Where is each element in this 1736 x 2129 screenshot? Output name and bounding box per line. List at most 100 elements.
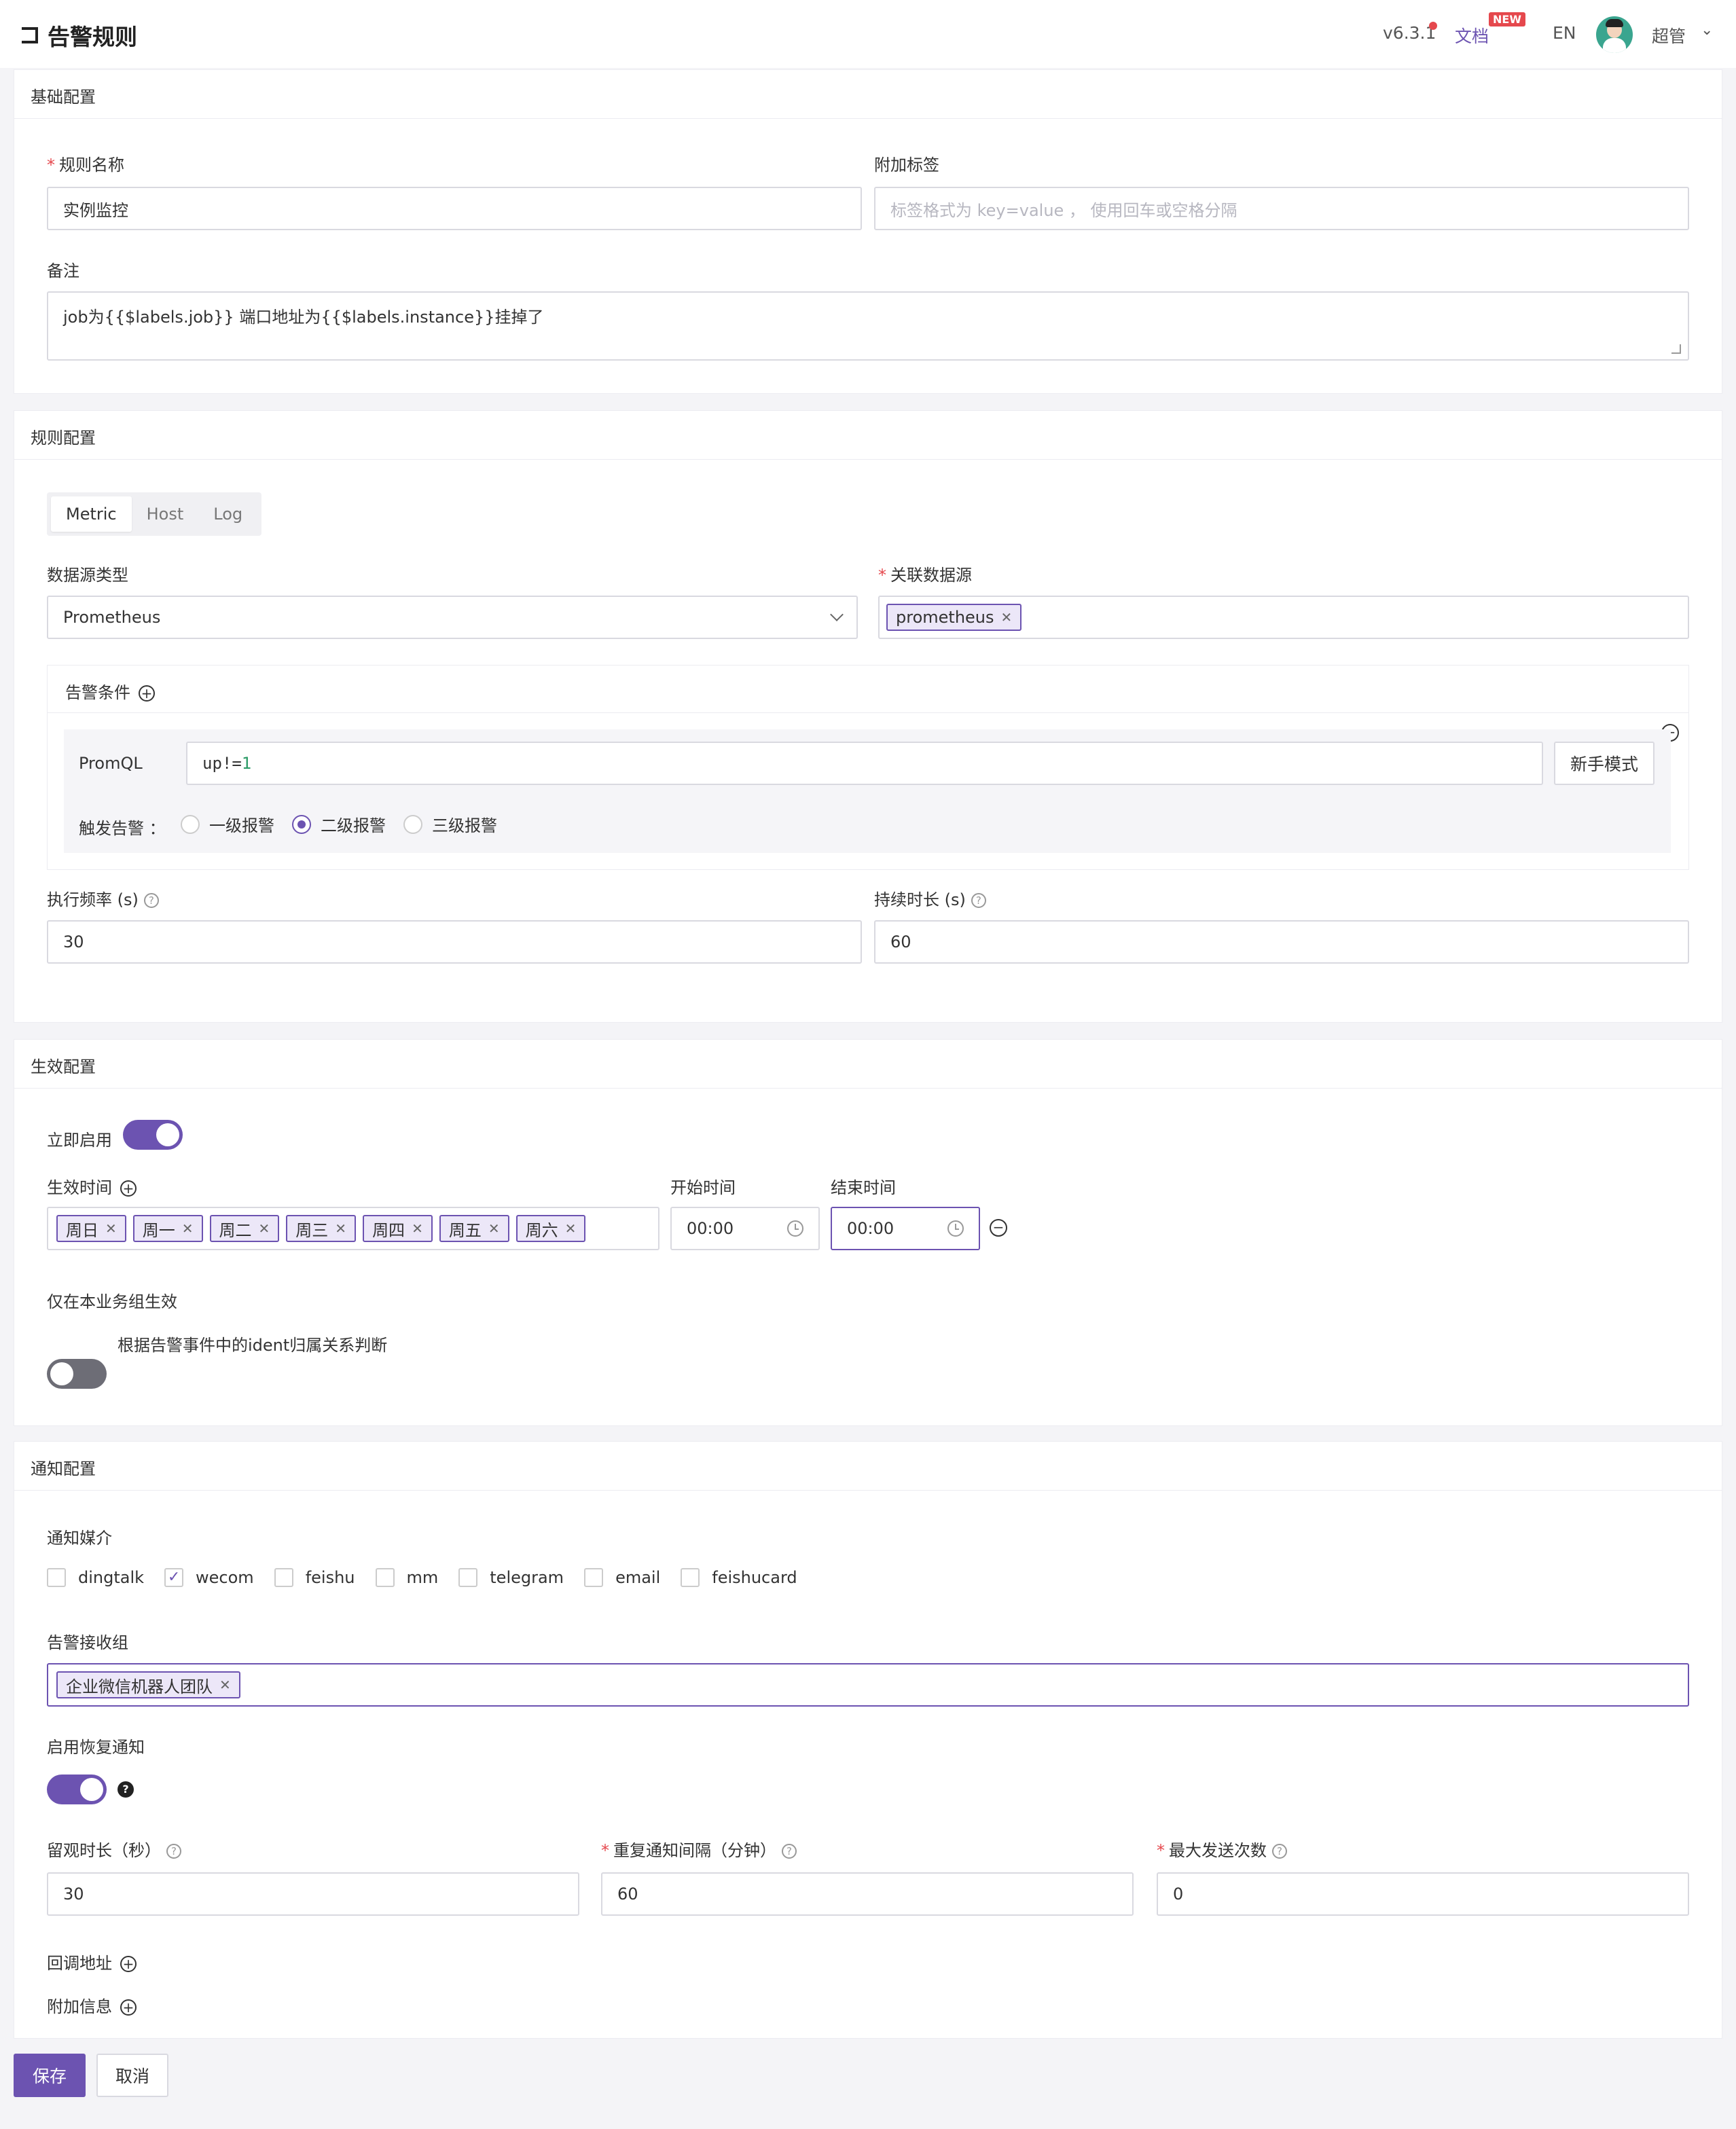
checkbox-box (584, 1568, 604, 1587)
max-input[interactable]: 0 (1157, 1872, 1689, 1916)
clock-icon (947, 1220, 964, 1237)
max-label: * 最大发送次数? (1157, 1837, 1287, 1861)
days-select[interactable]: 周日 ✕ 周一 ✕ 周二 ✕ 周三 ✕ 周四 ✕ 周五 ✕ 周六 ✕ (47, 1207, 659, 1250)
day-tag-thu: 周四 ✕ (363, 1215, 433, 1242)
trigger-label: 触发告警 ： (79, 819, 166, 838)
avatar-body-shape (1603, 38, 1626, 53)
note-textarea[interactable]: job为{{$labels.job}} 端口地址为{{$labels.insta… (47, 291, 1689, 361)
checkbox-wecom[interactable]: ✓ wecom (164, 1568, 254, 1587)
end-time-input[interactable]: 00:00 (831, 1207, 980, 1250)
required-mark: * (878, 566, 886, 585)
media-checkbox-group: dingtalk ✓ wecom feishu mm telegram email… (47, 1568, 818, 1587)
checkbox-feishucard[interactable]: feishucard (681, 1568, 797, 1587)
checkbox-dingtalk[interactable]: dingtalk (47, 1568, 144, 1587)
chevron-down-icon[interactable]: ⌄ (1701, 22, 1713, 39)
duration-input[interactable]: 60 (874, 920, 1689, 964)
repeat-input[interactable]: 60 (601, 1872, 1134, 1916)
checkbox-box (458, 1568, 478, 1587)
docs-link[interactable]: 文档 (1455, 23, 1489, 48)
close-icon[interactable]: ✕ (182, 1220, 194, 1237)
day-tag-fri: 周五 ✕ (439, 1215, 509, 1242)
callback-label: 回调地址 + (47, 1950, 137, 1973)
promql-input[interactable]: up!= 1 (186, 742, 1543, 785)
start-time-input[interactable]: 00:00 (670, 1207, 820, 1250)
help-icon[interactable]: ? (971, 893, 986, 908)
resize-icon[interactable] (1671, 344, 1681, 354)
alert-condition-title: 告警条件 + (65, 679, 155, 703)
enable-toggle[interactable] (123, 1120, 183, 1150)
back-icon[interactable] (22, 27, 38, 43)
close-icon[interactable]: ✕ (259, 1220, 270, 1237)
extra-info-label: 附加信息 + (47, 1993, 137, 2017)
minus-circle-icon[interactable]: − (990, 1219, 1007, 1237)
help-icon[interactable]: ? (1272, 1844, 1287, 1859)
help-icon[interactable]: ? (143, 893, 159, 908)
toggle-knob (156, 1123, 179, 1146)
beginner-mode-button[interactable]: 新手模式 (1554, 742, 1654, 785)
plus-circle-icon[interactable]: + (120, 1999, 137, 2016)
radio-level-3[interactable]: 三级报警 (403, 812, 497, 836)
rule-config-card: 规则配置 Metric Host Log 数据源类型 Prometheus * 关… (14, 410, 1722, 1023)
promql-label: PromQL (79, 754, 143, 773)
version-label[interactable]: v6.3.1 (1383, 23, 1436, 43)
rule-config-title: 规则配置 (14, 411, 1722, 460)
help-icon[interactable]: ? (166, 1844, 181, 1859)
checkbox-telegram[interactable]: telegram (458, 1568, 564, 1587)
datasource-type-select[interactable]: Prometheus (47, 596, 858, 639)
day-tag-sat: 周六 ✕ (516, 1215, 586, 1242)
bizgroup-toggle[interactable] (47, 1359, 107, 1389)
radio-circle (403, 814, 422, 834)
plus-circle-icon[interactable]: + (139, 685, 155, 702)
new-badge: NEW (1489, 12, 1525, 26)
help-icon[interactable]: ? (117, 1781, 134, 1798)
toggle-knob (50, 1362, 73, 1385)
datasource-select[interactable]: prometheus ✕ (878, 596, 1689, 639)
radio-circle-selected (292, 814, 311, 834)
tab-metric[interactable]: Metric (51, 496, 132, 532)
recover-label: 启用恢复通知 (47, 1738, 145, 1757)
radio-circle (181, 814, 200, 834)
save-button[interactable]: 保存 (14, 2054, 86, 2097)
note-label: 备注 (47, 261, 79, 280)
checkbox-feishu[interactable]: feishu (274, 1568, 355, 1587)
page-title: 告警规则 (48, 24, 137, 50)
close-icon[interactable]: ✕ (412, 1220, 423, 1237)
tags-input[interactable]: 标签格式为 key=value ， 使用回车或空格分隔 (874, 187, 1689, 230)
close-icon[interactable]: ✕ (565, 1220, 577, 1237)
toggle-knob (80, 1778, 103, 1801)
alert-condition-header (48, 666, 1688, 713)
language-switch[interactable]: EN (1553, 23, 1576, 43)
tab-log[interactable]: Log (198, 496, 257, 532)
day-tag-mon: 周一 ✕ (132, 1215, 203, 1242)
observe-input[interactable]: 30 (47, 1872, 579, 1916)
user-name[interactable]: 超管 (1652, 23, 1686, 48)
receiver-groups-select[interactable]: 企业微信机器人团队 ✕ (47, 1663, 1689, 1707)
tab-host[interactable]: Host (132, 496, 199, 532)
avatar[interactable] (1596, 16, 1633, 53)
top-header: 告警规则 v6.3.1 文档 NEW EN 超管 ⌄ (0, 0, 1736, 68)
receiver-group-tag: 企业微信机器人团队 ✕ (56, 1671, 240, 1698)
media-label: 通知媒介 (47, 1529, 112, 1548)
plus-circle-icon[interactable]: + (120, 1180, 137, 1197)
frequency-input[interactable]: 30 (47, 920, 862, 964)
repeat-label: * 重复通知间隔（分钟）? (601, 1837, 797, 1861)
frequency-label: 执行频率 (s)? (47, 886, 159, 910)
close-icon[interactable]: ✕ (1001, 609, 1013, 625)
recover-toggle[interactable] (47, 1775, 107, 1804)
effective-config-card: 生效配置 立即启用 生效时间 + 周日 ✕ 周一 ✕ 周二 ✕ 周三 ✕ 周四 ✕ 周五 ✕ … (14, 1039, 1722, 1426)
radio-level-2[interactable]: 二级报警 (292, 812, 386, 836)
required-mark: * (601, 1841, 609, 1860)
cancel-button[interactable]: 取消 (96, 2054, 168, 2097)
rule-name-input[interactable]: 实例监控 (47, 187, 862, 230)
plus-circle-icon[interactable]: + (120, 1956, 137, 1972)
close-icon[interactable]: ✕ (335, 1220, 346, 1237)
close-icon[interactable]: ✕ (219, 1677, 231, 1693)
condition-row: PromQL up!= 1 新手模式 触发告警 ： 一级报警 二级报警 三级报警 (64, 729, 1671, 853)
close-icon[interactable]: ✕ (488, 1220, 500, 1237)
checkbox-email[interactable]: email (584, 1568, 660, 1587)
checkbox-mm[interactable]: mm (375, 1568, 438, 1587)
help-icon[interactable]: ? (782, 1844, 797, 1859)
rule-type-tabs: Metric Host Log (47, 492, 262, 536)
close-icon[interactable]: ✕ (105, 1220, 117, 1237)
radio-level-1[interactable]: 一级报警 (181, 812, 274, 836)
